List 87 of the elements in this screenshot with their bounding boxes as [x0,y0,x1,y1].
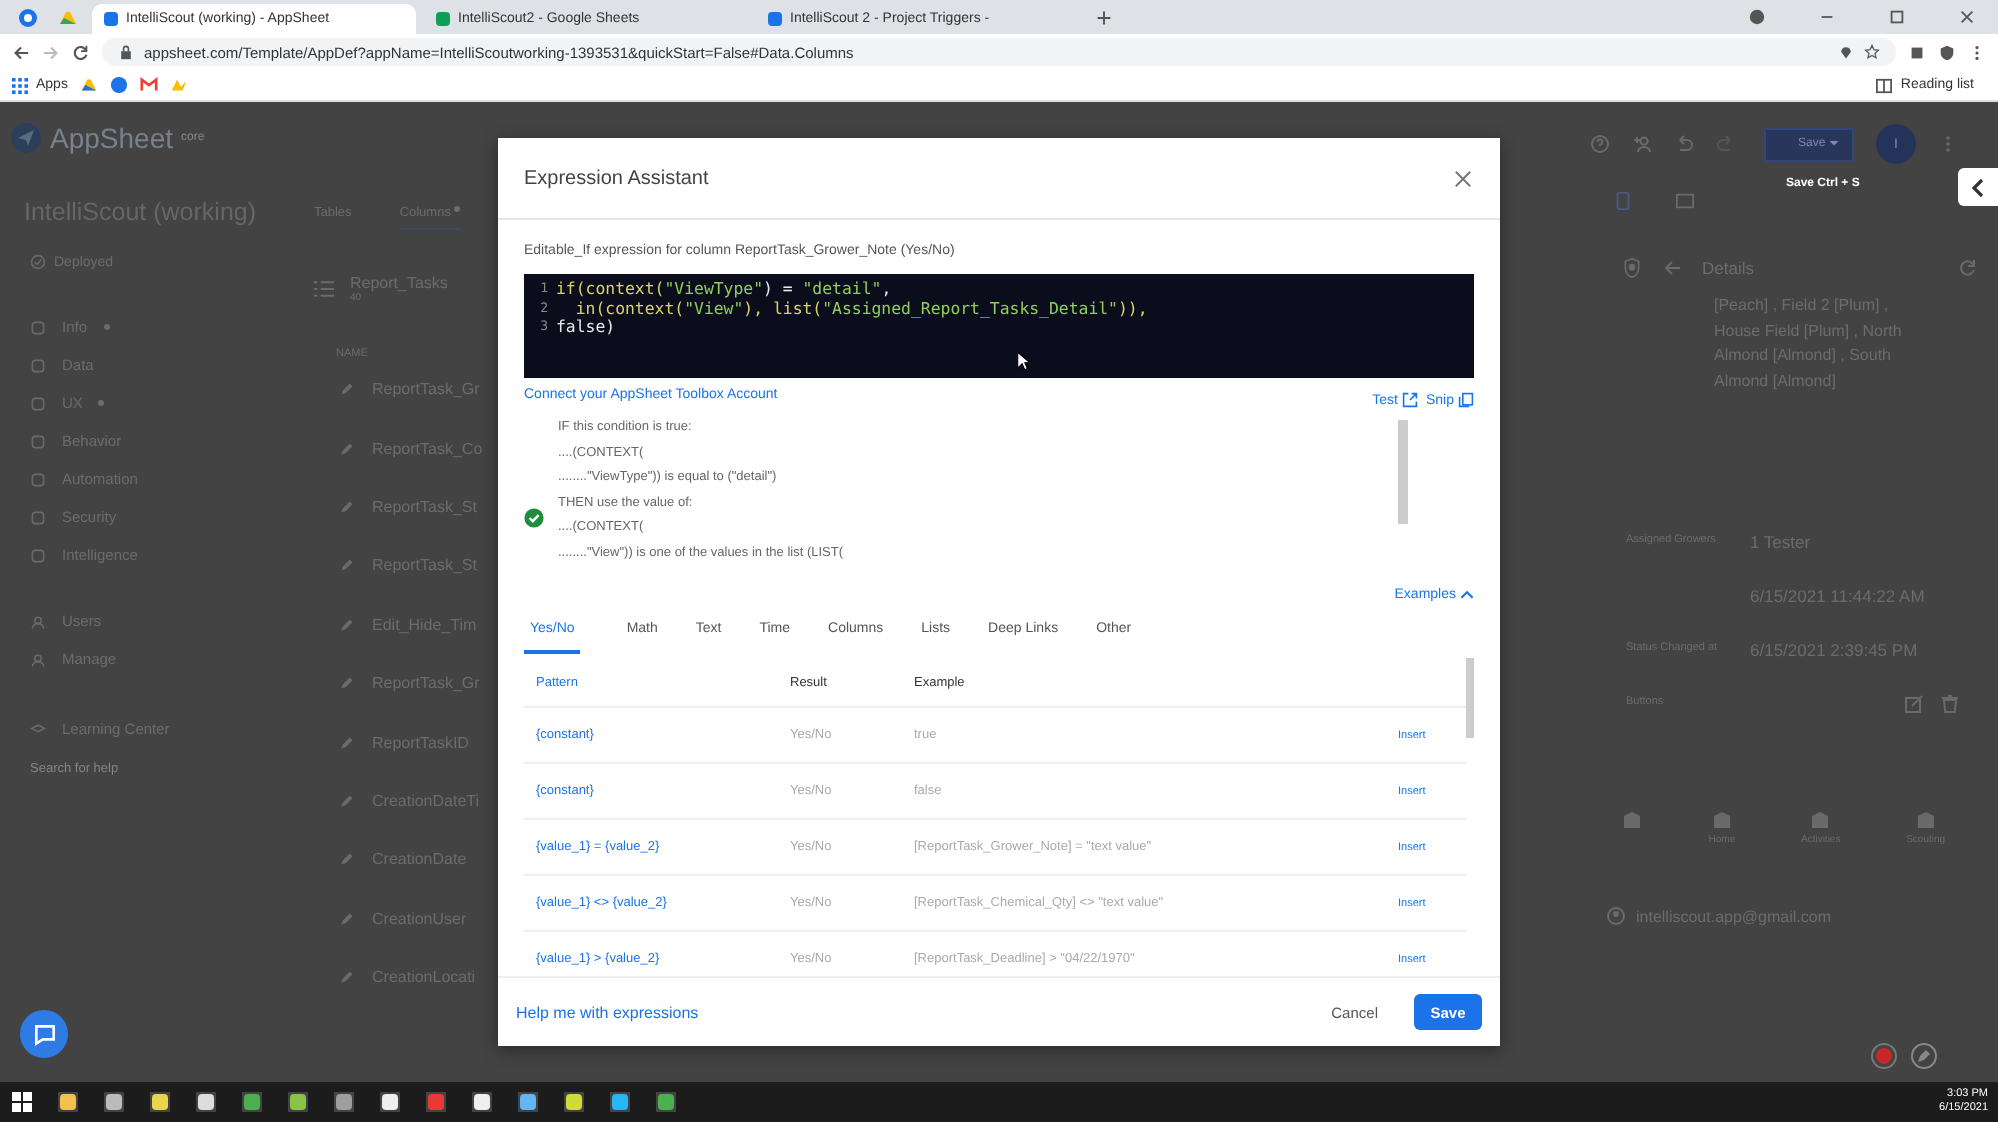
square-icon [30,357,46,373]
undo-icon[interactable] [1674,134,1694,154]
logo-text: AppSheet [50,122,173,154]
caret-icon [1828,138,1840,150]
taskbar-app-icon[interactable] [58,1092,78,1112]
collapse-button[interactable] [1958,168,1998,206]
square-icon [30,433,46,449]
pencil-icon[interactable] [340,970,354,985]
record-icon[interactable] [1870,1042,1898,1070]
taskbar-app-icon[interactable] [610,1092,630,1112]
location-pin-icon[interactable] [1838,44,1854,60]
square-icon [30,547,46,563]
refresh-icon[interactable] [1958,258,1978,278]
taskbar-app-icon[interactable] [196,1092,216,1112]
pencil-icon[interactable] [340,382,354,397]
colorful-logo-icon[interactable] [169,76,188,94]
app-logo-icon[interactable] [109,76,128,94]
taskbar-app-icon[interactable] [380,1092,400,1112]
pencil-icon[interactable] [340,441,354,456]
taskbar-app-icon[interactable] [518,1092,538,1112]
code-line: if(context("ViewType") = "detail", [556,280,892,299]
taskbar-app-icon[interactable] [242,1092,262,1112]
house-icon[interactable] [1810,810,1831,830]
chat-icon [31,1021,57,1047]
square-icon [30,471,46,487]
pencil-icon[interactable] [340,735,354,750]
windows-logo-icon[interactable] [12,1092,32,1112]
profile-icon[interactable] [1748,8,1766,26]
pencil-icon[interactable] [340,617,354,632]
scrollbar[interactable] [1466,658,1474,738]
pencil-icon[interactable] [340,793,354,808]
pencil-icon[interactable] [340,499,354,514]
lock-icon [118,44,134,60]
back-arrow-icon[interactable] [1662,258,1682,278]
pencil-icon[interactable] [340,676,354,691]
list-icon [314,280,334,298]
new-tab-icon[interactable] [1096,10,1112,26]
taskbar-app-icon[interactable] [150,1092,170,1112]
help-icon[interactable] [1590,134,1610,154]
reload-icon[interactable] [72,43,90,61]
trash-icon[interactable] [1940,693,1960,713]
mouse-pointer-icon [1016,350,1030,372]
code-line: in(context("View"), list("Assigned_Report_Tasks_Detail")), [573,299,1148,318]
pencil-icon[interactable] [340,852,354,867]
star-icon[interactable] [1864,44,1880,60]
tablet-icon[interactable] [1676,192,1694,210]
dialog-title: Expression Assistant [524,167,709,189]
chevron-icon [1460,588,1474,602]
copy-icon [1458,392,1474,408]
taskbar-app-icon[interactable] [472,1092,492,1112]
square-icon [30,509,46,525]
drive-icon[interactable] [58,8,78,28]
chat-button[interactable] [20,1010,68,1058]
house-icon[interactable] [1915,810,1936,830]
external-link-icon [1401,392,1418,408]
shield-icon[interactable] [1938,43,1956,61]
edit-icon[interactable] [1904,693,1924,713]
taskbar-app-icon[interactable] [104,1092,124,1112]
add-person-icon[interactable] [1632,134,1652,154]
pencil-icon[interactable] [340,558,354,573]
taskbar-app-icon[interactable] [288,1092,308,1112]
close-icon[interactable] [1454,169,1472,187]
pencil-circle-icon[interactable] [1910,1042,1938,1070]
chevron-left-icon [1970,177,1986,197]
drive-icon[interactable] [79,76,98,94]
mail-icon[interactable] [139,76,158,94]
code-line: false) [556,318,616,337]
help-link[interactable]: Help me with expressions [516,1003,699,1021]
scrollbar[interactable] [1398,420,1408,524]
pencil-icon[interactable] [340,911,354,926]
close-icon[interactable] [1958,8,1976,26]
house-icon[interactable] [1711,810,1732,830]
taskbar-app-icon[interactable] [334,1092,354,1112]
square-icon [30,319,46,335]
shield-logo-icon [1622,258,1642,278]
book-icon [1876,77,1893,93]
taskbar-app-icon[interactable] [656,1092,676,1112]
taskbar-app-icon[interactable] [564,1092,584,1112]
browser-logo-icon [18,8,38,28]
forward-icon[interactable] [42,43,60,61]
back-icon[interactable] [12,43,30,61]
phone-icon[interactable] [1614,192,1632,210]
paper-plane-logo-icon [10,122,42,154]
square-icon [30,395,46,411]
maximize-icon[interactable] [1888,8,1906,26]
apps-grid-icon [12,77,28,93]
check-circle-icon [30,254,46,270]
